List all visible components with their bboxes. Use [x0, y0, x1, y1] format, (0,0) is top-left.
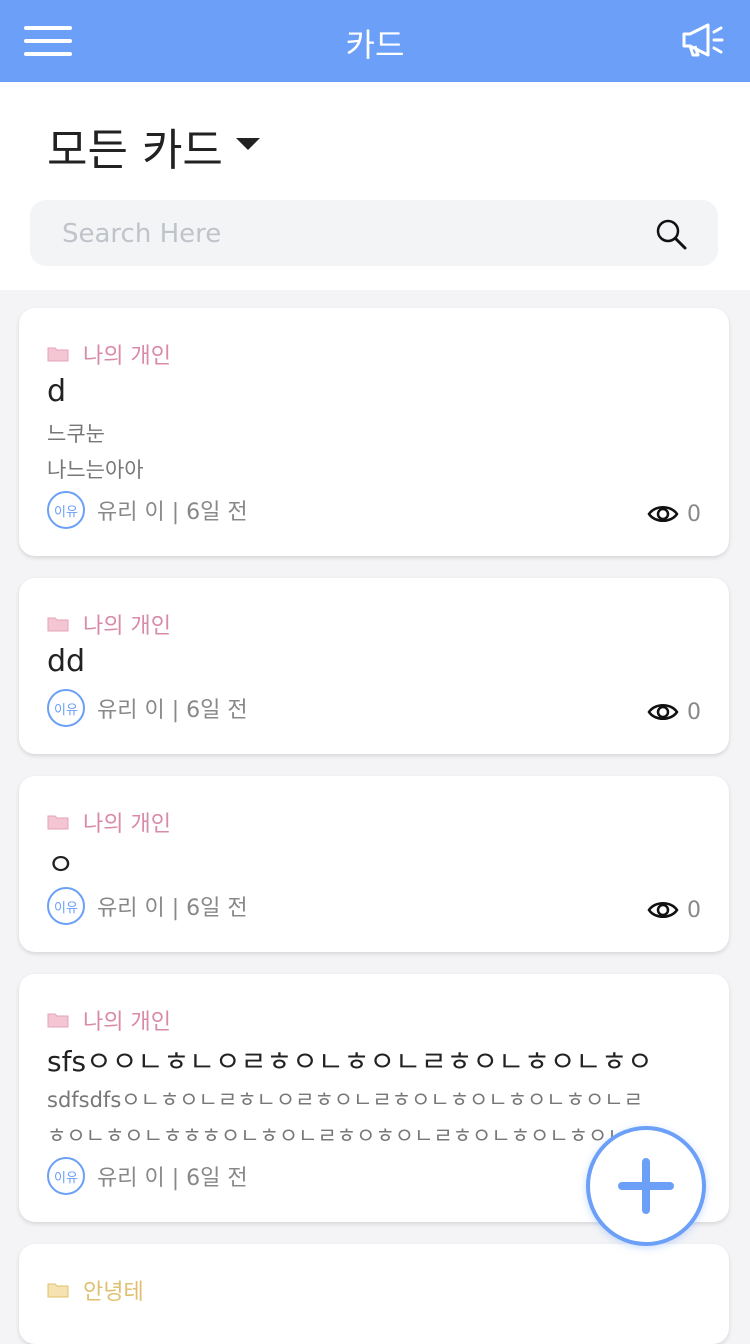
folder-icon — [47, 815, 69, 830]
card-meta: 이유 유리 이 | 6일 전 — [47, 1156, 248, 1196]
folder-icon — [47, 347, 69, 362]
author-and-date: 유리 이 | 6일 전 — [97, 698, 248, 723]
avatar: 이유 — [47, 1157, 85, 1195]
author-and-date: 유리 이 | 6일 전 — [97, 896, 248, 921]
folder-label: 나의 개인 — [83, 344, 171, 369]
add-card-button[interactable] — [586, 1126, 706, 1246]
views-count: 0 — [687, 897, 701, 923]
views-count: 0 — [687, 501, 701, 527]
folder-icon — [47, 1283, 69, 1298]
folder-label: 나의 개인 — [83, 812, 171, 837]
card-item[interactable]: 나의 개인 d 느쿠눈 나느는아아 이유 유리 이 | 6일 전 0 — [19, 308, 729, 556]
eye-icon — [647, 902, 679, 918]
card-item[interactable]: 나의 개인 dd 이유 유리 이 | 6일 전 0 — [19, 578, 729, 754]
card-title: d — [47, 374, 67, 409]
author-and-date: 유리 이 | 6일 전 — [97, 500, 248, 525]
card-title: sfsㅇㅇㄴㅎㄴㅇㄹㅎㅇㄴㅎㅇㄴㄹㅎㅇㄴㅎㅇㄴㅎㅇ — [47, 1045, 653, 1078]
card-body-line: 나느는아아 — [47, 458, 144, 482]
folder-icon — [47, 617, 69, 632]
card-item[interactable]: 나의 개인 ㅇ 이유 유리 이 | 6일 전 0 — [19, 776, 729, 952]
card-item[interactable]: 안녕테 — [19, 1244, 729, 1344]
folder-tag: 나의 개인 — [47, 806, 171, 838]
eye-icon — [647, 506, 679, 522]
folder-tag: 나의 개인 — [47, 1004, 171, 1036]
card-body-line: sdfsdfsㅇㄴㅎㅇㄴㄹㅎㄴㅇㄹㅎㅇㄴㄹㅎㅇㄴㅎㅇㄴㅎㅇㄴㅎㅇㄴㄹ — [47, 1088, 643, 1112]
eye-icon — [647, 704, 679, 720]
caret-down-icon[interactable] — [236, 138, 260, 150]
card-title: ㅇ — [47, 848, 75, 883]
folder-label: 나의 개인 — [83, 1010, 171, 1035]
top-app-bar: 카드 — [0, 0, 750, 82]
search-icon[interactable] — [654, 217, 688, 251]
folder-tag: 안녕테 — [47, 1274, 144, 1306]
card-meta: 이유 유리 이 | 6일 전 — [47, 886, 248, 926]
folder-icon — [47, 1013, 69, 1028]
avatar: 이유 — [47, 887, 85, 925]
folder-label: 나의 개인 — [83, 614, 171, 639]
avatar: 이유 — [47, 491, 85, 529]
views-count: 0 — [687, 699, 701, 725]
card-meta: 이유 유리 이 | 6일 전 — [47, 490, 248, 530]
app-bar-title: 카드 — [345, 26, 405, 64]
folder-tag: 나의 개인 — [47, 338, 171, 370]
view-count: 0 — [647, 692, 701, 732]
search-input[interactable] — [60, 214, 644, 254]
avatar: 이유 — [47, 689, 85, 727]
card-body-line: 느쿠눈 — [47, 422, 105, 446]
list-header: 모든 카드 — [0, 82, 750, 290]
folder-label: 안녕테 — [83, 1280, 144, 1305]
megaphone-icon[interactable] — [680, 20, 728, 60]
card-meta: 이유 유리 이 | 6일 전 — [47, 688, 248, 728]
author-and-date: 유리 이 | 6일 전 — [97, 1166, 248, 1191]
view-count: 0 — [647, 890, 701, 930]
page-title[interactable]: 모든 카드 — [47, 114, 223, 178]
view-count: 0 — [647, 494, 701, 534]
folder-tag: 나의 개인 — [47, 608, 171, 640]
card-title: dd — [47, 644, 86, 679]
search-bar — [30, 200, 718, 266]
plus-icon — [618, 1158, 674, 1214]
